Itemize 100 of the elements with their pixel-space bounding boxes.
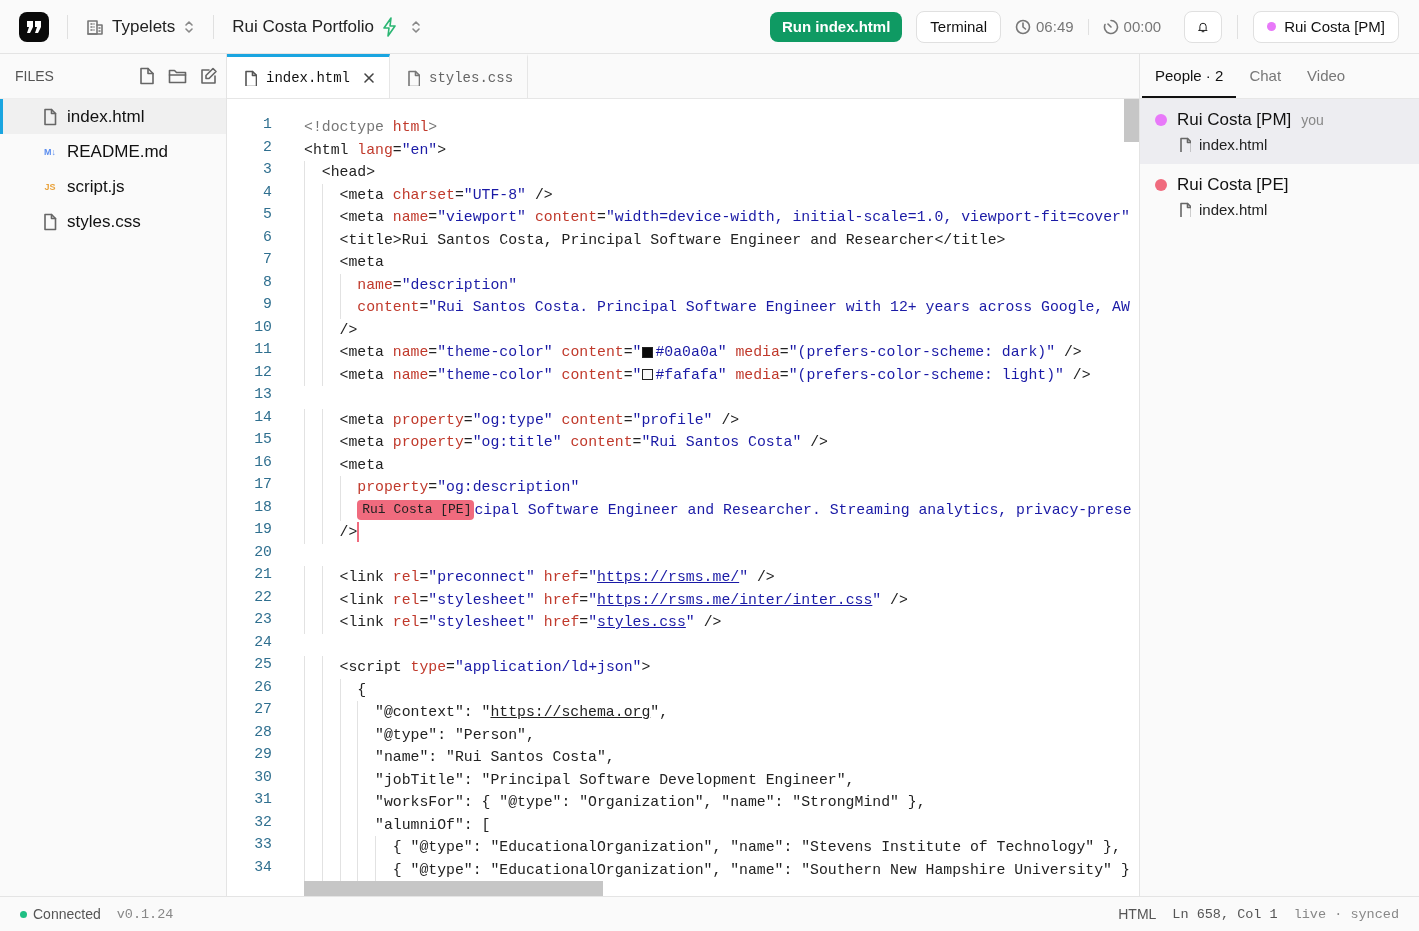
- code-link[interactable]: https://schema.org: [490, 704, 651, 721]
- line-number: 32: [253, 813, 273, 832]
- code-line: <meta: [339, 254, 384, 271]
- script-icon: JS: [42, 181, 58, 192]
- folder-icon[interactable]: [168, 67, 188, 85]
- file-item[interactable]: index.html: [0, 99, 226, 134]
- workspace-name[interactable]: Typelets: [112, 16, 176, 37]
- panel-tab[interactable]: Video: [1294, 54, 1359, 98]
- line-number: 12: [253, 363, 273, 382]
- line-number: 7: [262, 251, 273, 269]
- file-icon: [243, 69, 257, 86]
- code-line: property="og:description": [357, 479, 580, 496]
- cursor-position: Ln 658, Col 1: [1172, 906, 1278, 922]
- line-number: 5: [262, 206, 273, 224]
- panel-tab[interactable]: Chat: [1236, 54, 1295, 98]
- file-name: index.html: [1199, 200, 1268, 218]
- file-icon: [406, 69, 420, 86]
- line-number: 9: [262, 296, 273, 314]
- code-line: />: [339, 321, 358, 338]
- code-line: <meta name="theme-color" content=": [339, 366, 642, 383]
- person-row[interactable]: Rui Costa [PM] you index.html: [1140, 99, 1419, 164]
- new-file-icon[interactable]: [138, 67, 156, 85]
- line-number: 34: [253, 858, 273, 877]
- code-line: <title>Rui Santos Costa, Principal Software Engineer and Researcher</title>: [339, 231, 1006, 248]
- terminal-button[interactable]: Terminal: [916, 10, 1002, 43]
- file-item[interactable]: JS script.js: [0, 169, 226, 204]
- line-number: 22: [253, 588, 273, 607]
- line-number: 27: [253, 701, 273, 719]
- close-icon[interactable]: [363, 71, 375, 84]
- run-button[interactable]: Run index.html: [770, 11, 903, 42]
- file-icon: [42, 107, 58, 126]
- file-icon: [1178, 201, 1191, 217]
- code-line: {: [357, 681, 367, 698]
- cursor-label: Rui Costa [PE]: [357, 499, 475, 520]
- code-line: cipal Software Engineer and Researcher. Streaming analytics, privacy-prese: [474, 501, 1132, 518]
- code-line: { "@type": "EducationalOrganization", "name": "Southern New Hampshire University" }: [392, 861, 1130, 878]
- line-number: 31: [253, 791, 273, 809]
- editor-tab[interactable]: index.html: [227, 54, 390, 98]
- code-line: <html lang="en">: [304, 141, 447, 158]
- line-number: 33: [253, 836, 273, 854]
- code-line: <link rel="stylesheet" href="styles.css" />: [339, 614, 722, 631]
- building-icon: [86, 17, 104, 36]
- files-heading: FILES: [15, 68, 55, 84]
- horizontal-scrollbar-thumb[interactable]: [304, 881, 603, 896]
- file-icon: [1178, 136, 1191, 152]
- line-number: 14: [253, 408, 273, 427]
- code-line: <meta property="og:type" content="profile" />: [339, 411, 740, 428]
- code-link[interactable]: https://rsms.me/inter/inter.css: [597, 591, 873, 608]
- person-name: Rui Costa [PE]: [1177, 175, 1289, 195]
- line-number: 25: [253, 656, 273, 674]
- vertical-scrollbar-thumb[interactable]: [1124, 99, 1139, 142]
- project-name[interactable]: Rui Costa Portfolio: [232, 16, 375, 37]
- line-number: 1: [262, 116, 273, 134]
- code-link[interactable]: https://rsms.me/: [597, 569, 740, 586]
- file-item[interactable]: styles.css: [0, 204, 226, 239]
- line-number: 20: [253, 543, 273, 562]
- file-name: README.md: [67, 141, 169, 162]
- code-line: />: [339, 524, 358, 541]
- clock-time: 06:49: [1036, 18, 1074, 35]
- code-line: <script type="application/ld+json">: [339, 659, 651, 676]
- person-row[interactable]: Rui Costa [PE] index.html: [1140, 164, 1419, 229]
- line-number: 23: [253, 611, 273, 629]
- user-button[interactable]: Rui Costa [PM]: [1253, 10, 1399, 43]
- line-number: 24: [253, 633, 273, 652]
- line-number: 13: [253, 386, 273, 404]
- code-line: name="description": [357, 276, 518, 293]
- line-number: 11: [253, 341, 273, 359]
- line-number: 18: [253, 498, 273, 517]
- timer-time: 00:00: [1123, 18, 1162, 35]
- you-label: you: [1301, 112, 1324, 128]
- line-number: 26: [253, 678, 273, 697]
- sync-status: live · synced: [1293, 906, 1399, 922]
- line-number: 30: [253, 768, 273, 787]
- notifications-button[interactable]: [1184, 10, 1223, 43]
- person-name: Rui Costa [PM]: [1177, 110, 1292, 130]
- line-number: 6: [262, 228, 273, 247]
- line-number: 10: [253, 318, 273, 337]
- code-line: <meta property="og:title" content="Rui Santos Costa" />: [339, 434, 828, 451]
- code-line: "worksFor": { "@type": "Organization", "name": "StrongMind" },: [375, 794, 926, 811]
- code-line: "@context": "https://schema.org",: [375, 704, 669, 721]
- file-item[interactable]: M↓ README.md: [0, 134, 226, 169]
- code-line: <meta name="viewport" content="width=device-width, initial-scale=1.0, viewport-fit=cover": [339, 209, 1130, 226]
- code-line: "jobTitle": "Principal Software Development Engineer",: [375, 771, 855, 788]
- code-link[interactable]: styles.css: [597, 614, 686, 631]
- line-number: 4: [262, 183, 273, 202]
- code-line: <!doctype html>: [304, 119, 438, 136]
- markdown-icon: M↓: [42, 146, 58, 157]
- chevron-updown-icon: [183, 18, 196, 35]
- edit-icon[interactable]: [200, 67, 218, 85]
- lightning-icon: [382, 16, 399, 37]
- line-number: 19: [253, 521, 273, 539]
- code-line: <head>: [321, 164, 376, 181]
- language-label: HTML: [1118, 906, 1157, 922]
- line-number: 3: [262, 161, 273, 179]
- code-line: #0a0a0a" media="(prefers-color-scheme: dark)" />: [655, 344, 1082, 361]
- line-number: 15: [253, 431, 273, 449]
- line-number: 16: [253, 453, 273, 472]
- line-number: 8: [262, 273, 273, 292]
- chevron-updown-icon: [410, 18, 423, 35]
- timer-icon: [1102, 18, 1119, 35]
